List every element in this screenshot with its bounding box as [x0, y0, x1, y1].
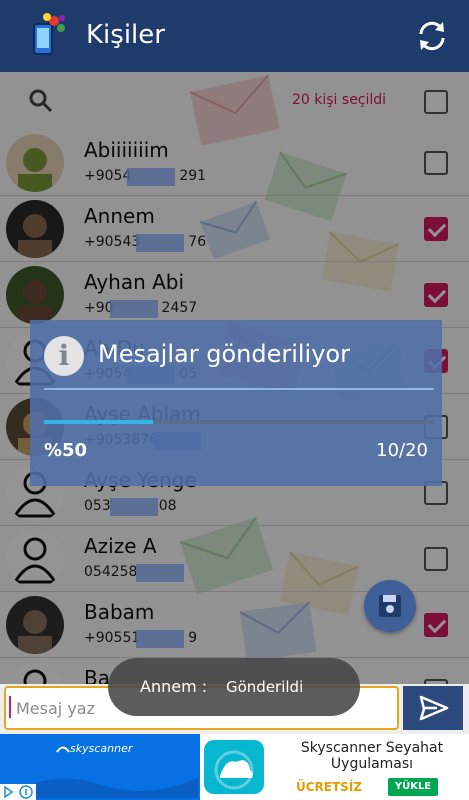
- dialog-title: Mesajlar gönderiliyor: [98, 340, 350, 368]
- ad-cloud-graphic: [8, 778, 198, 798]
- phone-contacts-logo-icon: [33, 13, 65, 55]
- ad-title[interactable]: Skyscanner Seyahat Uygulaması: [282, 740, 462, 772]
- skyscanner-app-icon: [214, 750, 254, 790]
- save-button[interactable]: [364, 580, 416, 632]
- send-button[interactable]: [403, 686, 463, 730]
- skyscanner-logo-icon: [56, 746, 70, 753]
- ad-banner[interactable]: skyscanner Skyscanner Seyahat Uygulaması…: [0, 734, 469, 800]
- progress-percent: %50: [44, 440, 88, 461]
- ad-app-logo[interactable]: [204, 740, 264, 794]
- send-icon: [419, 695, 449, 721]
- toast-status: Gönderildi: [226, 678, 304, 696]
- ad-brand-name: skyscanner: [70, 742, 133, 755]
- adchoices-icon[interactable]: [0, 784, 36, 800]
- sent-toast: Annem : Gönderildi: [108, 658, 360, 716]
- info-icon: i: [44, 336, 84, 376]
- page-title: Kişiler: [86, 20, 165, 50]
- sending-progress-dialog: i Mesajlar gönderiliyor %50 10/20: [30, 320, 442, 486]
- progress-bar-fill: [44, 420, 154, 424]
- toast-contact-name: Annem :: [140, 677, 208, 696]
- progress-count: 10/20: [376, 440, 428, 461]
- ad-install-button[interactable]: YÜKLE: [388, 778, 438, 796]
- app-header: Kişiler: [0, 0, 469, 72]
- text-caret: [9, 696, 11, 718]
- refresh-icon[interactable]: [414, 18, 450, 54]
- progress-bar: [44, 420, 434, 424]
- dialog-divider: [44, 388, 434, 390]
- ad-free-label: ÜCRETSİZ: [296, 780, 362, 794]
- save-floppy-icon: [379, 595, 401, 617]
